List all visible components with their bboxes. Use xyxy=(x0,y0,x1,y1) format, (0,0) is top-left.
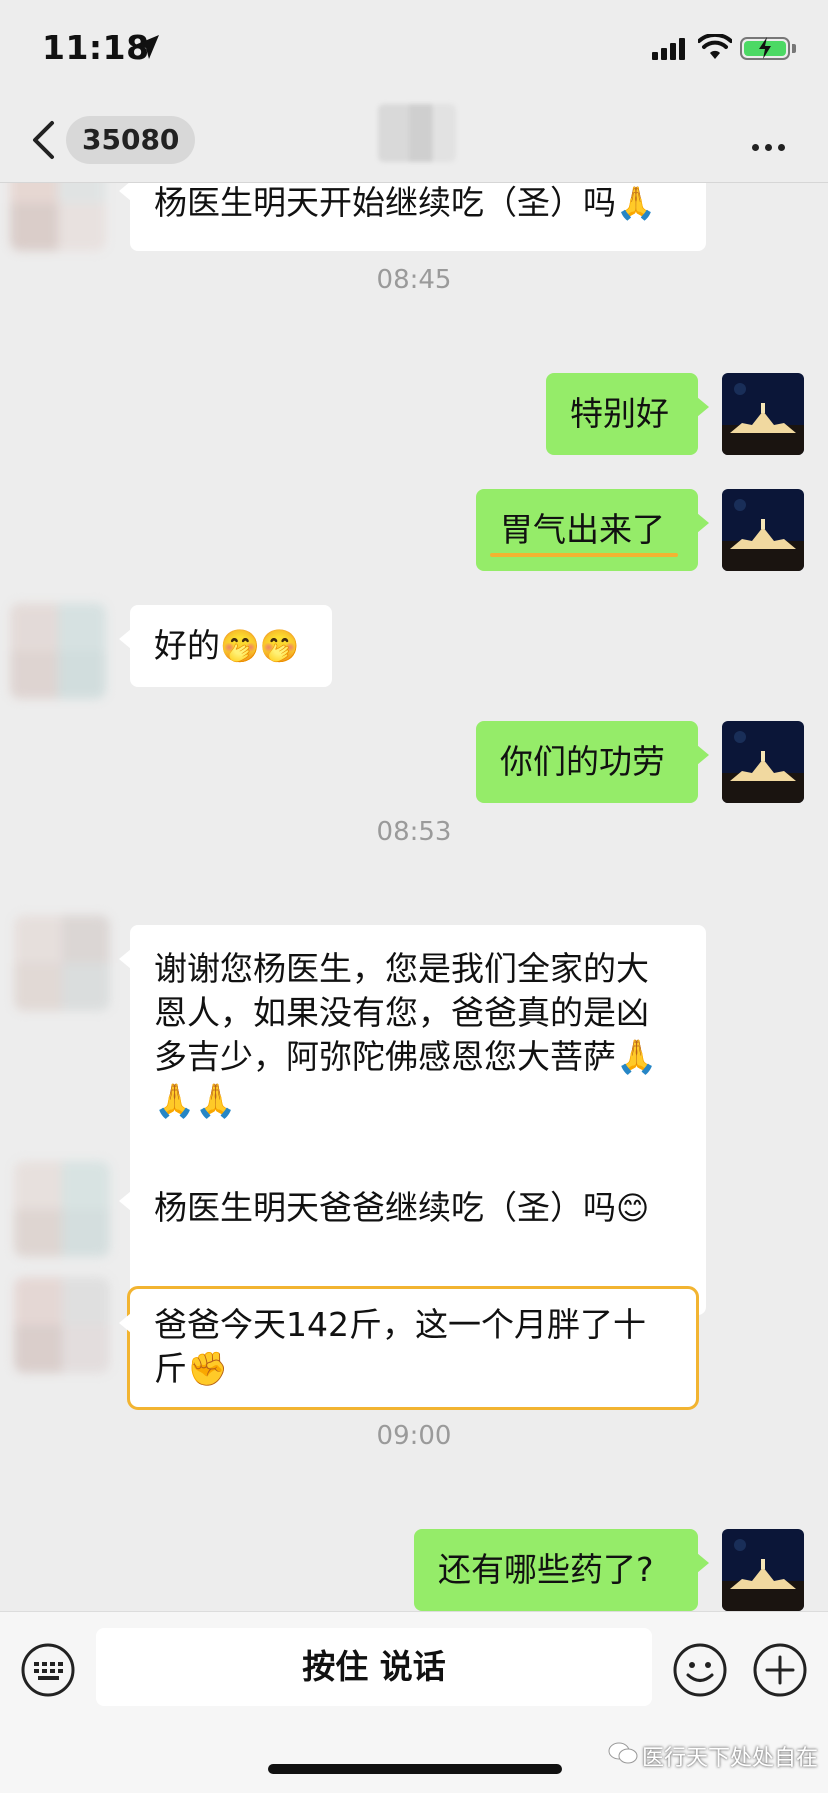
message-line: 爸爸今天142斤，这一个月胖了十 xyxy=(154,1305,646,1344)
my-avatar[interactable] xyxy=(722,1529,804,1611)
message-bubble[interactable]: 还有哪些药了? xyxy=(414,1529,709,1611)
message-timestamp: 09:00 xyxy=(376,1421,452,1451)
hold-to-talk-button[interactable]: 按住 说话 xyxy=(96,1628,652,1706)
chat-title-blurred xyxy=(378,104,456,162)
highlighted-message-bubble[interactable]: 爸爸今天142斤，这一个月胖了十 斤✊ xyxy=(119,1286,699,1410)
back-chevron-icon[interactable] xyxy=(30,120,56,160)
my-avatar[interactable] xyxy=(722,721,804,803)
message-bubble[interactable]: 你们的功劳 xyxy=(476,721,709,803)
message-line: 斤✊ xyxy=(154,1349,229,1388)
contact-avatar[interactable] xyxy=(10,603,106,699)
contact-avatar[interactable] xyxy=(14,1277,110,1373)
message-bubble[interactable]: 谢谢您杨医生，您是我们全家的大 恩人，如果没有您，爸爸真的是凶 多吉少，阿弥陀佛… xyxy=(119,925,706,1315)
more-icon[interactable] xyxy=(752,136,792,151)
message-text: 你们的功劳 xyxy=(500,742,665,781)
wechat-logo-icon xyxy=(608,1742,638,1764)
message-timestamp: 08:53 xyxy=(376,817,452,847)
message-bubble[interactable]: 特别好 xyxy=(546,373,709,455)
chat-area[interactable]: 杨医生明天开始继续吃（圣）吗🙏 08:45 特别好 胃气出来了 好的🤭🤭 你们的… xyxy=(0,183,828,1611)
message-bubble[interactable]: 杨医生明天爸爸继续吃（圣）吗😊 xyxy=(119,1167,706,1249)
emoji: 🙏 xyxy=(616,184,656,222)
message-text: 好的 xyxy=(154,626,220,665)
keyboard-icon[interactable] xyxy=(20,1642,76,1698)
home-indicator[interactable] xyxy=(268,1764,562,1774)
location-arrow-icon xyxy=(135,35,159,59)
message-text: 杨医生明天开始继续吃（圣）吗 xyxy=(154,183,616,222)
message-text: 胃气出来了 xyxy=(500,510,665,549)
message-line: 恩人，如果没有您，爸爸真的是凶 xyxy=(154,993,649,1032)
message-line: 谢谢您杨医生，您是我们全家的大 xyxy=(154,949,649,988)
message-text: 特别好 xyxy=(570,394,669,433)
watermark-text: 医行天下处处自在 xyxy=(642,1746,819,1771)
contact-avatar[interactable] xyxy=(14,1161,110,1257)
my-avatar[interactable] xyxy=(722,373,804,455)
battery-tip xyxy=(792,44,796,53)
message-bubble[interactable]: 胃气出来了 xyxy=(476,489,709,571)
message-bubble[interactable]: 杨医生明天开始继续吃（圣）吗🙏 xyxy=(119,183,706,251)
message-bubble[interactable]: 好的🤭🤭 xyxy=(119,605,332,687)
my-avatar[interactable] xyxy=(722,489,804,571)
highlight-underline xyxy=(490,553,678,557)
emoji-icon[interactable] xyxy=(672,1642,728,1698)
contact-avatar[interactable] xyxy=(10,183,106,251)
signal-icon xyxy=(652,38,688,60)
message-line: 🙏🙏 xyxy=(154,1081,237,1120)
message-timestamp: 08:45 xyxy=(376,265,452,295)
wifi-icon xyxy=(698,34,732,59)
emoji: 😊 xyxy=(616,1189,650,1227)
unread-count-badge[interactable]: 35080 xyxy=(66,116,196,164)
message-text: 还有哪些药了? xyxy=(438,1550,654,1589)
message-text: 杨医生明天爸爸继续吃（圣）吗 xyxy=(154,1188,616,1227)
contact-avatar[interactable] xyxy=(14,915,110,1011)
emoji: 🤭🤭 xyxy=(220,627,300,665)
battery-charging-icon xyxy=(740,37,790,60)
message-line: 多吉少，阿弥陀佛感恩您大菩萨🙏 xyxy=(154,1037,658,1076)
plus-icon[interactable] xyxy=(752,1642,808,1698)
